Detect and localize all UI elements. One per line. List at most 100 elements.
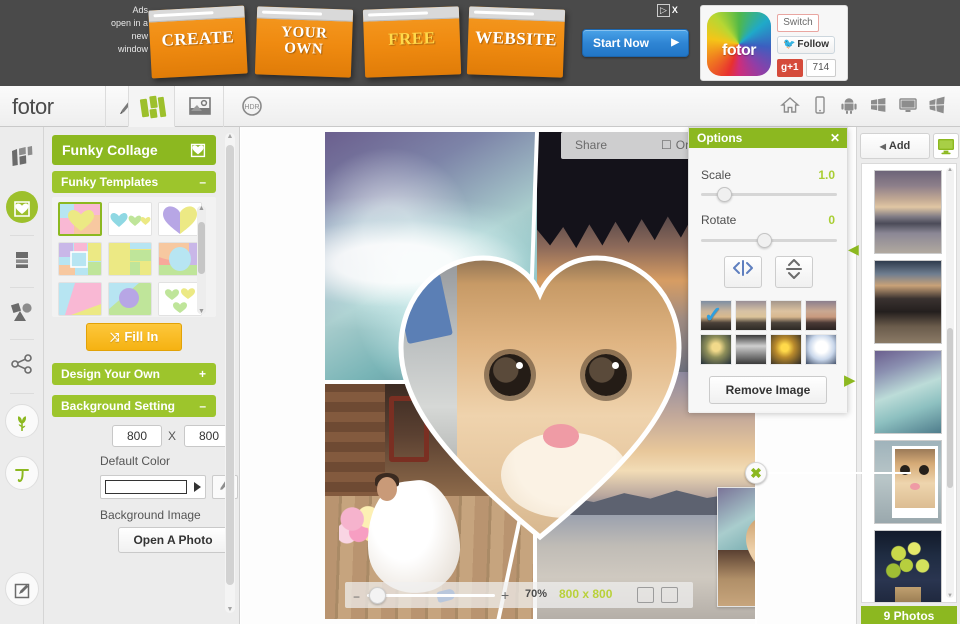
windows8-icon[interactable] [865,95,891,119]
add-photos-button[interactable]: ◀Add Photos [860,133,930,177]
scroll-up-icon[interactable]: ▲ [197,205,206,212]
filter-thumb-bright[interactable] [805,334,837,365]
fullscreen-icon[interactable] [661,587,678,603]
left-panel-scrollbar[interactable]: ▲ ▼ [225,133,235,613]
template-thumb-mosaic-grid[interactable] [108,242,152,276]
template-thumb-split-heart[interactable] [158,202,202,236]
filter-thumb-bw[interactable] [735,334,767,365]
scroll-down-icon[interactable]: ▼ [197,308,206,315]
close-icon[interactable]: X [672,5,678,15]
template-thumb-circle-diagonal[interactable] [108,282,152,316]
filter-thumb-warm[interactable] [735,300,767,331]
edit-note-icon [14,583,30,599]
home-icon[interactable] [777,95,803,119]
template-thumb-clover-hearts[interactable] [158,282,202,316]
filter-thumb-rose[interactable] [805,300,837,331]
expand-icon[interactable]: + [199,363,206,385]
flip-horizontal-button[interactable] [724,256,762,288]
photo-thumb-sunset-lake[interactable] [874,170,942,254]
ad-card-free[interactable]: FREE [362,6,462,78]
sidebar-item-edit-note[interactable] [0,567,44,617]
design-your-own-header[interactable]: Design Your Own + [52,363,216,385]
photo-thumb-wave[interactable] [874,350,942,434]
tab-photo[interactable] [176,86,224,127]
desktop-icon[interactable] [895,95,921,119]
scroll-down-icon[interactable]: ▼ [946,593,954,599]
flip-vertical-button[interactable] [775,256,813,288]
sidebar-item-funky-collage[interactable] [0,185,44,235]
photo-thumb-cat[interactable] [874,440,942,524]
template-thumb-heart-pastel[interactable] [58,202,102,236]
canvas-width-input[interactable]: 800 [112,425,162,447]
photo-thumb-flowers[interactable] [874,530,942,602]
filter-thumb-original[interactable]: ✓ [700,300,732,331]
switch-button[interactable]: Switch [777,14,819,32]
fill-in-button[interactable]: ⤨ Fill In [86,323,182,351]
adchoices-icon[interactable]: ▷ [657,4,670,17]
funky-templates-header[interactable]: Funky Templates – [52,171,216,193]
tab-hdr[interactable]: HDR [228,86,276,127]
adchoices[interactable]: ▷ X [657,4,678,17]
gplus-count: 714 [805,59,837,77]
twitter-follow-button[interactable]: 🐦 Follow [777,36,835,54]
zoom-in-icon[interactable]: + [501,587,509,603]
scroll-down-icon[interactable]: ▼ [225,606,235,613]
share-button[interactable]: Share [575,132,607,159]
open-a-photo-button[interactable]: Open A Photo [118,527,228,553]
ad-card-your-own[interactable]: YOUR OWN [254,6,354,78]
filter-thumb-golden[interactable] [770,334,802,365]
color-swatch-dropdown[interactable] [100,475,206,499]
filter-thumb-sepia[interactable] [770,300,802,331]
sidebar-item-shapes[interactable] [0,289,44,339]
ad-label-line-1: Ads [132,5,148,15]
rotate-slider-knob[interactable] [757,233,772,248]
options-collapse-arrow[interactable]: ▶ [844,370,856,392]
android-icon[interactable] [836,95,862,119]
template-thumb-diagonal-split[interactable] [58,282,102,316]
template-thumb-rect-center[interactable] [58,242,102,276]
scrollbar-thumb[interactable] [198,222,205,274]
zoom-slider-knob[interactable] [369,587,386,604]
collapse-icon[interactable]: – [199,395,206,417]
background-setting-header[interactable]: Background Setting – [52,395,216,417]
template-thumb-oval-center[interactable] [158,242,202,276]
mobile-icon[interactable] [807,95,833,119]
start-now-button[interactable]: Start Now ▶ [582,29,689,57]
tab-collage[interactable] [128,86,175,127]
sidebar-item-sticker[interactable] [0,399,44,449]
photo-list-scrollbar[interactable]: ▲ ▼ [946,167,954,599]
windows-icon[interactable] [924,95,950,119]
sidebar-item-template-stack[interactable] [0,237,44,287]
sidebar-item-share[interactable] [0,341,44,391]
sidebar-item-collage-grid[interactable] [0,133,44,183]
remove-image-button[interactable]: Remove Image [709,376,827,404]
filter-thumb-glow[interactable] [700,334,732,365]
photo-thumbnail-list[interactable]: ▲ ▼ [861,163,957,603]
templates-scrollbar[interactable]: ▲ ▼ [197,205,206,315]
scrollbar-thumb[interactable] [947,328,953,488]
zoom-slider-track[interactable] [367,594,495,597]
sidebar-item-text[interactable] [0,451,44,501]
photo-thumb-dark-lake[interactable] [874,260,942,344]
ad-card-website[interactable]: WEBSITE [466,6,566,78]
fit-to-screen-icon[interactable] [637,587,654,603]
scale-slider-knob[interactable] [717,187,732,202]
gplus-button[interactable]: g+1 [777,59,803,77]
square-icon: ☐ [661,138,672,152]
close-icon[interactable]: ✕ [830,128,840,148]
zoom-percent-label: 70% [525,588,548,600]
collapse-icon[interactable]: – [199,171,206,193]
photo-source-computer-button[interactable] [933,133,959,159]
scrollbar-thumb[interactable] [226,145,234,585]
delete-cell-handle[interactable]: ✖ [745,462,767,484]
scroll-up-icon[interactable]: ▲ [225,133,235,140]
ad-card-create[interactable]: CREATE [148,5,248,79]
flip-horizontal-icon [733,260,753,276]
right-panel-collapse-arrow[interactable]: ◀ [848,238,859,260]
share-label: Share [575,138,608,152]
zoom-out-icon[interactable]: − [353,590,360,604]
scroll-up-icon[interactable]: ▲ [946,167,954,173]
template-thumb-three-hearts[interactable] [108,202,152,236]
right-photos-panel: ◀Add Photos [856,127,960,624]
funky-collage-section-header[interactable]: Funky Collage [52,135,216,165]
